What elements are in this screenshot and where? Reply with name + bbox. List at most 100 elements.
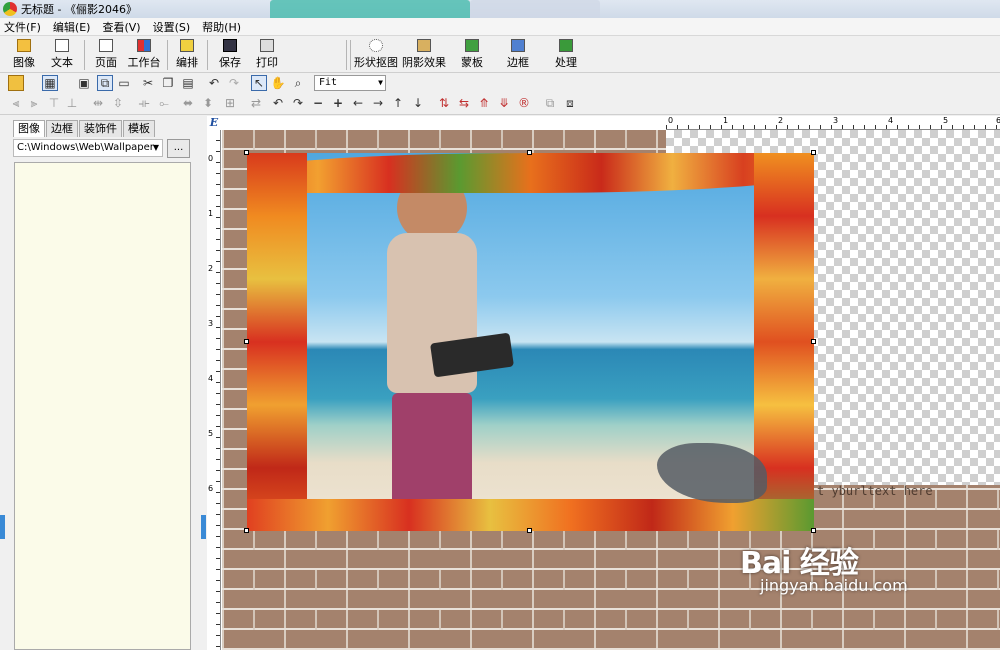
plus-icon[interactable]: +: [330, 95, 346, 111]
butterfly-decoration: [657, 443, 767, 503]
pointer-icon[interactable]: ↖: [251, 75, 267, 91]
copy-icon[interactable]: ❐: [160, 75, 176, 91]
menu-help[interactable]: 帮助(H): [202, 19, 241, 35]
flip-vertical-icon[interactable]: ⇅: [436, 95, 452, 111]
cut-icon[interactable]: ✂: [140, 75, 156, 91]
workbench-button[interactable]: 工作台: [124, 39, 164, 71]
main-toolbar: 图像 文本 页面 工作台 编排 保存 打印 形状抠图 阴影效果 蒙板 边框 处理: [0, 37, 1000, 73]
resize-handle[interactable]: [244, 150, 249, 155]
tab-border[interactable]: 边框: [46, 120, 78, 137]
tab-template[interactable]: 模板: [123, 120, 155, 137]
shadow-effect-icon: [417, 39, 431, 52]
resize-handle[interactable]: [811, 528, 816, 533]
center-vertical-icon[interactable]: ⟜: [156, 95, 172, 111]
page-button[interactable]: 页面: [86, 39, 126, 71]
app-logo-icon: [3, 2, 17, 16]
tab-image[interactable]: 图像: [13, 120, 45, 137]
undo-icon[interactable]: ↶: [206, 75, 222, 91]
display-icon[interactable]: ▣: [76, 75, 92, 91]
image-icon: [17, 39, 31, 52]
layer-up-icon[interactable]: ⤊: [476, 95, 492, 111]
align-left-icon[interactable]: ⫷: [8, 95, 24, 111]
horizontal-ruler: 0 1 2 3 4 5 6: [666, 116, 1000, 130]
arrow-right-icon[interactable]: →: [370, 95, 386, 111]
arrow-down-icon[interactable]: ↓: [410, 95, 426, 111]
window-title: 无标题 - 《俪影2046》: [21, 3, 137, 16]
frame-icon[interactable]: ▭: [116, 75, 132, 91]
print-button[interactable]: 打印: [247, 39, 287, 71]
align-bottom-icon[interactable]: ⊥: [64, 95, 80, 111]
grid-icon[interactable]: ▦: [42, 75, 58, 91]
leaf-border-bottom: [247, 499, 814, 531]
tab-decoration[interactable]: 装饰件: [79, 120, 122, 137]
canvas-text-object[interactable]: t yburltext here: [817, 484, 933, 498]
toolbar-separator: [207, 40, 208, 70]
group-icon[interactable]: ⧉: [542, 95, 558, 111]
mask-button[interactable]: 蒙板: [452, 39, 492, 71]
same-height-icon[interactable]: ⬍: [200, 95, 216, 111]
space-horizontal-icon[interactable]: ⇹: [90, 95, 106, 111]
thumbnail-list[interactable]: [14, 162, 191, 650]
left-panel: 图像 边框 装饰件 模板 C:\Windows\Web\Wallpaper ▼ …: [0, 116, 206, 650]
rotate-right-icon[interactable]: ↷: [290, 95, 306, 111]
leaf-border-left: [247, 153, 307, 531]
space-vertical-icon[interactable]: ⇳: [110, 95, 126, 111]
right-collapse-handle[interactable]: [201, 515, 206, 539]
toolbar-separator: [84, 40, 85, 70]
align-top-icon[interactable]: ⊤: [46, 95, 62, 111]
minus-icon[interactable]: −: [310, 95, 326, 111]
shape-cutout-button[interactable]: 形状抠图: [352, 39, 400, 71]
image-button[interactable]: 图像: [4, 39, 44, 71]
shadow-effect-button[interactable]: 阴影效果: [402, 39, 446, 71]
text-button[interactable]: 文本: [42, 39, 82, 71]
overlay-icon[interactable]: ⧉: [97, 75, 113, 91]
resize-handle[interactable]: [527, 150, 532, 155]
border-button[interactable]: 边框: [498, 39, 538, 71]
flip-icon[interactable]: ⇄: [248, 95, 264, 111]
resize-handle[interactable]: [527, 528, 532, 533]
menu-view[interactable]: 查看(V): [102, 19, 140, 35]
menu-file[interactable]: 文件(F): [4, 19, 41, 35]
background-window-tab: [270, 0, 470, 18]
resize-handle[interactable]: [811, 150, 816, 155]
resize-handle[interactable]: [811, 339, 816, 344]
ruler-unit-icon[interactable]: E: [207, 116, 221, 130]
left-collapse-handle[interactable]: [0, 515, 5, 539]
resize-handle[interactable]: [244, 528, 249, 533]
background-window-tab: [470, 0, 600, 18]
menu-edit[interactable]: 编辑(E): [53, 19, 91, 35]
layer-icon[interactable]: [8, 75, 24, 91]
center-horizontal-icon[interactable]: ⟛: [136, 95, 152, 111]
layer-down-icon[interactable]: ⤋: [496, 95, 512, 111]
workbench-icon: [137, 39, 151, 52]
process-button[interactable]: 处理: [546, 39, 586, 71]
paste-icon[interactable]: ▤: [180, 75, 196, 91]
reset-icon[interactable]: ®: [516, 95, 532, 111]
save-icon: [223, 39, 237, 52]
arrange-button[interactable]: 编排: [167, 39, 207, 71]
resize-handle[interactable]: [244, 339, 249, 344]
print-icon: [260, 39, 274, 52]
zoom-select[interactable]: Fit ▼: [314, 75, 386, 91]
arrow-up-icon[interactable]: ↑: [390, 95, 406, 111]
align-right-icon[interactable]: ⫸: [26, 95, 42, 111]
menu-settings[interactable]: 设置(S): [153, 19, 191, 35]
rotate-left-icon[interactable]: ↶: [270, 95, 286, 111]
folder-path-select[interactable]: C:\Windows\Web\Wallpaper ▼: [13, 139, 163, 157]
browse-button[interactable]: ...: [167, 139, 190, 158]
mirror-icon[interactable]: ⇆: [456, 95, 472, 111]
hand-icon[interactable]: ✋: [270, 75, 286, 91]
canvas-area[interactable]: 0 1 2 3 4 5 6 0 1 2 3 4 5 6 E t yburltex…: [207, 116, 1000, 650]
border-icon: [511, 39, 525, 52]
same-size-icon[interactable]: ⊞: [222, 95, 238, 111]
ungroup-icon[interactable]: ⧈: [562, 95, 578, 111]
text-icon: [55, 39, 69, 52]
same-width-icon[interactable]: ⬌: [180, 95, 196, 111]
photo-with-leaf-frame[interactable]: [247, 153, 814, 531]
menu-bar: 文件(F) 编辑(E) 查看(V) 设置(S) 帮助(H): [0, 18, 1000, 36]
zoom-icon[interactable]: ⌕: [290, 75, 306, 91]
arrow-left-icon[interactable]: ←: [350, 95, 366, 111]
chevron-down-icon: ▼: [152, 143, 159, 152]
redo-icon[interactable]: ↷: [226, 75, 242, 91]
save-button[interactable]: 保存: [210, 39, 250, 71]
